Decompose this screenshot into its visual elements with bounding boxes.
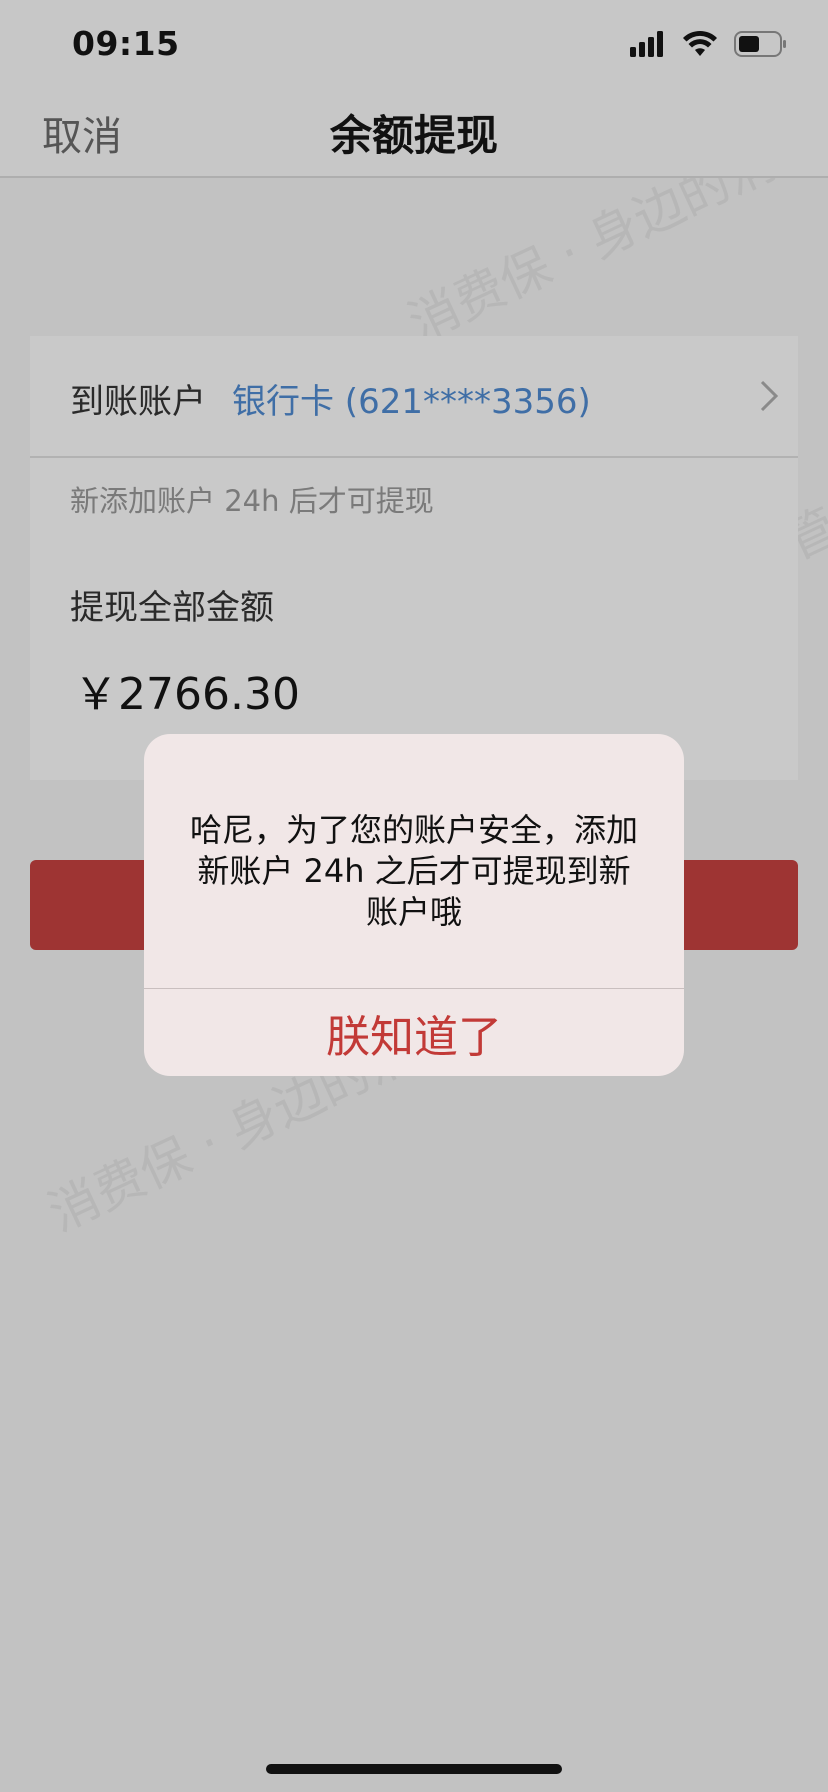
- battery-icon: [734, 30, 788, 62]
- wifi-icon: [682, 30, 718, 62]
- dialog-confirm-button[interactable]: 朕知道了: [144, 989, 684, 1076]
- amount-label: 提现全部金额: [70, 588, 274, 628]
- screen: 消费保 · 身边的消费服务管家 消费保 · 身边的消费服务管家 消费保 · 身边…: [0, 0, 828, 1792]
- amount-value: ￥2766.30: [74, 669, 300, 720]
- status-time: 09:15: [72, 24, 180, 63]
- chevron-right-icon: [754, 378, 784, 414]
- signal-icon: [630, 31, 666, 61]
- status-icons: [630, 30, 788, 62]
- account-note: 新添加账户 24h 后才可提现: [70, 484, 434, 518]
- page-title: 余额提现: [329, 111, 498, 160]
- account-card: 到账账户 银行卡 (621****3356) 新添加账户 24h 后才可提现: [30, 336, 798, 540]
- alert-dialog: 哈尼，为了您的账户安全，添加新账户 24h 之后才可提现到新账户哦 朕知道了: [144, 734, 684, 1076]
- dialog-message: 哈尼，为了您的账户安全，添加新账户 24h 之后才可提现到新账户哦: [189, 811, 638, 931]
- account-value: 银行卡 (621****3356): [232, 382, 591, 422]
- status-bar: 09:15: [0, 0, 828, 90]
- nav-bar: 取消 余额提现: [0, 90, 828, 178]
- account-selector[interactable]: 到账账户 银行卡 (621****3356): [30, 336, 798, 458]
- account-label: 到账账户: [70, 382, 206, 422]
- home-indicator[interactable]: [266, 1764, 562, 1774]
